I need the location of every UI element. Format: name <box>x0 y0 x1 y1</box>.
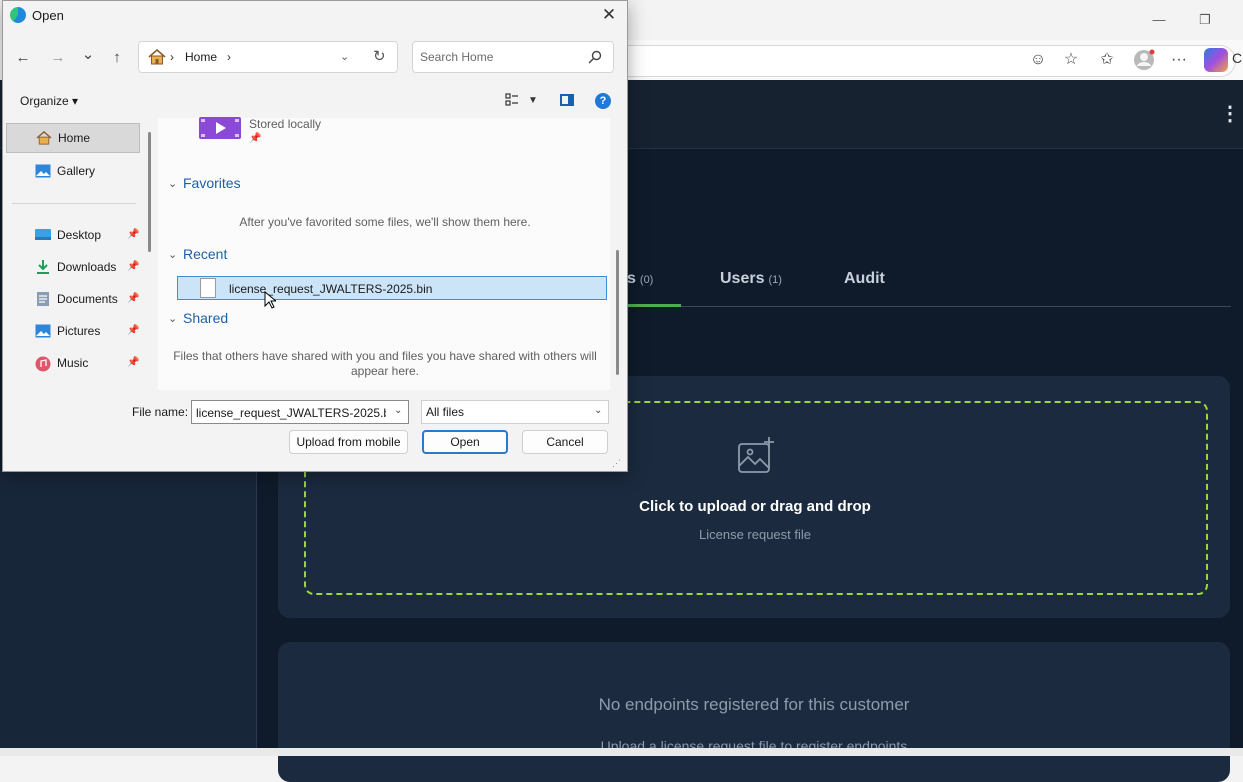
sidebar-item-label: Gallery <box>57 164 96 178</box>
gallery-icon <box>35 164 51 178</box>
file-type-chevron-icon[interactable]: ⌄ <box>594 405 602 416</box>
preview-pane-icon[interactable] <box>560 94 574 106</box>
search-input[interactable] <box>420 48 590 66</box>
pictures-icon <box>35 324 51 338</box>
tab-audit[interactable]: Audit <box>844 270 885 294</box>
tab-endpoints-label: s <box>627 270 636 287</box>
music-icon <box>35 356 51 372</box>
sidebar-item-pictures[interactable]: Pictures 📌 <box>4 316 140 346</box>
favorites-empty-message: After you've favorited some files, we'll… <box>239 215 531 229</box>
copilot-icon[interactable] <box>1204 48 1228 72</box>
favorites-heading[interactable]: Favorites <box>183 175 241 191</box>
active-tab-underline <box>627 304 681 307</box>
downloads-icon <box>35 260 51 274</box>
sidebar-item-label: Home <box>58 131 91 145</box>
sidebar-item-label: Music <box>57 356 89 370</box>
help-icon[interactable]: ? <box>595 93 611 109</box>
organize-menu-button[interactable]: Organize ▾ <box>20 94 78 108</box>
shared-chevron-icon[interactable]: ⌄ <box>168 312 177 325</box>
content-scrollbar[interactable] <box>616 250 619 375</box>
sidebar-divider <box>12 203 136 204</box>
mouse-cursor-icon <box>264 290 278 309</box>
left-panel <box>0 470 257 750</box>
file-name-dropdown-icon[interactable]: ⌄ <box>394 405 402 416</box>
refresh-icon[interactable]: ↻ <box>373 47 386 65</box>
tab-endpoints-count: (0) <box>639 274 654 286</box>
minimize-button[interactable]: — <box>1144 8 1174 32</box>
edge-browser-icon <box>10 7 26 23</box>
favorite-star-icon[interactable]: ☆ <box>1060 49 1082 71</box>
upload-subtitle: License request file <box>698 527 811 542</box>
pin-icon[interactable]: 📌 <box>127 261 139 272</box>
sidebar-item-desktop[interactable]: Desktop 📌 <box>4 220 140 250</box>
forward-arrow-icon[interactable]: → <box>48 48 68 68</box>
view-options-icon[interactable] <box>505 93 519 107</box>
view-dropdown-icon[interactable]: ▼ <box>528 95 538 106</box>
shared-heading[interactable]: Shared <box>183 310 228 326</box>
copilot-label: C <box>1232 50 1243 66</box>
recent-locations-chevron-icon[interactable]: ⌄ <box>78 45 98 65</box>
sidebar-item-gallery[interactable]: Gallery <box>4 156 140 186</box>
documents-icon <box>35 292 51 306</box>
shared-empty-message: Files that others have shared with you a… <box>173 349 597 378</box>
sidebar-item-documents[interactable]: Documents 📌 <box>4 284 140 314</box>
recent-heading[interactable]: Recent <box>183 246 227 262</box>
pin-icon[interactable]: 📌 <box>127 229 139 240</box>
path-segment-home[interactable]: Home <box>185 50 217 64</box>
address-path-box[interactable] <box>138 41 398 73</box>
upload-from-mobile-button[interactable]: Upload from mobile <box>289 430 408 454</box>
video-file-icon[interactable] <box>199 117 241 139</box>
file-type-value: All files <box>426 405 465 419</box>
file-name-label: File name: <box>132 405 189 419</box>
tab-users-label: Users <box>720 270 765 287</box>
home-icon <box>36 130 52 145</box>
sidebar-item-home[interactable]: Home <box>6 123 140 153</box>
image-upload-icon <box>736 436 776 476</box>
upload-title: Click to upload or drag and drop <box>639 498 871 515</box>
up-arrow-icon[interactable]: ↑ <box>107 48 127 68</box>
favorites-list-icon[interactable]: ✩ <box>1096 49 1118 71</box>
file-name-input[interactable] <box>196 405 386 421</box>
open-button[interactable]: Open <box>422 430 508 454</box>
sidebar-item-label: Downloads <box>57 260 117 274</box>
window-bottom-edge <box>0 748 1243 756</box>
dialog-close-icon[interactable]: ✕ <box>598 4 620 26</box>
home-icon <box>148 48 166 65</box>
pin-icon[interactable]: 📌 <box>127 325 139 336</box>
no-endpoints-message: No endpoints registered for this custome… <box>598 695 910 714</box>
tab-divider <box>627 306 1231 307</box>
desktop-icon <box>35 228 51 242</box>
search-icon[interactable] <box>588 50 602 64</box>
pin-icon[interactable]: 📌 <box>127 293 139 304</box>
sidebar-item-downloads[interactable]: Downloads 📌 <box>4 252 140 282</box>
recent-chevron-icon[interactable]: ⌄ <box>168 248 177 261</box>
sidebar-item-label: Desktop <box>57 228 102 242</box>
sidebar-item-label: Pictures <box>57 324 101 338</box>
tab-endpoints[interactable]: s (0) <box>627 270 653 294</box>
recent-file-name[interactable]: license_request_JWALTERS-2025.bin <box>229 282 432 296</box>
cancel-button[interactable]: Cancel <box>522 430 608 454</box>
profile-avatar-icon[interactable] <box>1133 49 1155 71</box>
more-menu-icon[interactable]: ··· <box>1168 49 1190 71</box>
path-separator: › <box>170 50 174 64</box>
path-separator[interactable]: › <box>227 50 231 64</box>
pin-icon[interactable]: 📌 <box>127 357 139 368</box>
pin-icon: 📌 <box>249 133 262 144</box>
tab-audit-label: Audit <box>844 270 885 287</box>
restore-button[interactable]: ❐ <box>1190 8 1220 32</box>
file-icon <box>200 278 216 298</box>
path-history-chevron-icon[interactable]: ⌄ <box>340 50 349 63</box>
reading-icon[interactable]: ☺ <box>1027 49 1049 71</box>
dialog-title: Open <box>32 8 64 23</box>
kebab-menu-icon[interactable]: ⋮ <box>1220 100 1240 128</box>
tab-users[interactable]: Users (1) <box>720 270 782 294</box>
stored-locally-status: Stored locally <box>249 117 322 131</box>
sidebar-item-music[interactable]: Music 📌 <box>4 348 140 378</box>
sidebar-scrollbar[interactable] <box>148 132 151 252</box>
favorites-chevron-icon[interactable]: ⌄ <box>168 177 177 190</box>
sidebar-item-label: Documents <box>57 292 118 306</box>
resize-grip-icon[interactable]: ⋰ <box>612 458 622 468</box>
tab-users-count: (1) <box>768 274 782 286</box>
back-arrow-icon[interactable]: ← <box>13 48 33 68</box>
